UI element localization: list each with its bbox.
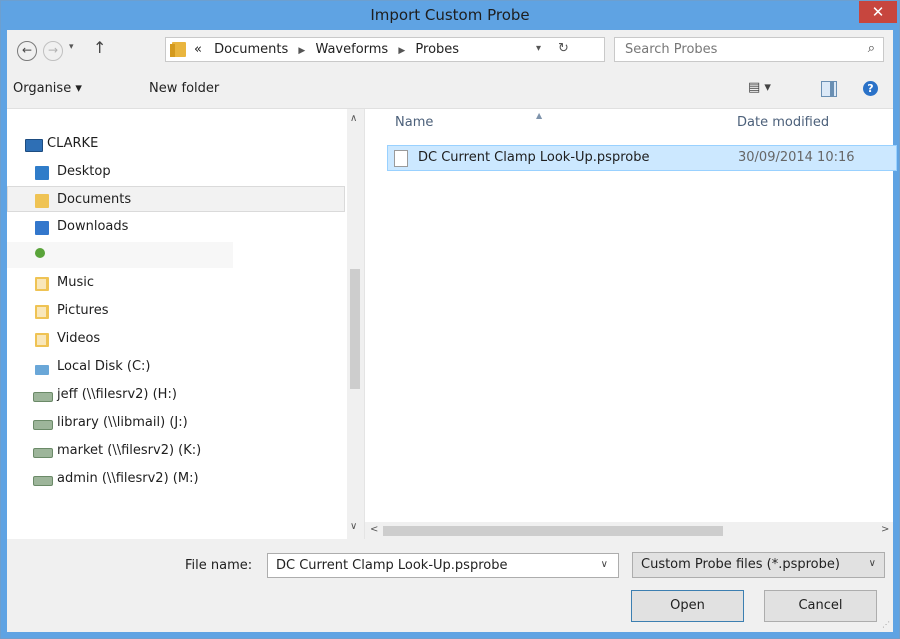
nav-item-documents[interactable]: Documents <box>7 186 345 212</box>
refresh-icon[interactable]: ↻ <box>558 41 569 56</box>
address-dropdown-icon[interactable]: ▾ <box>536 43 541 54</box>
nav-item-label: market (\\filesrv2) (K:) <box>57 443 202 458</box>
breadcrumb: « Documents ▶ Waveforms ▶ Probes <box>194 42 459 57</box>
file-date-modified: 30/09/2014 10:16 <box>738 150 855 165</box>
nav-item-label: Downloads <box>57 219 129 234</box>
file-icon <box>394 150 408 167</box>
dialog-window: Import Custom Probe ✕ ← → ▾ ↑ « Document… <box>0 0 900 639</box>
nav-item-market-drive[interactable]: market (\\filesrv2) (K:) <box>7 438 347 464</box>
search-input[interactable]: Search Probes ⌕ <box>614 37 884 62</box>
address-bar[interactable]: « Documents ▶ Waveforms ▶ Probes ▾ ↻ <box>165 37 605 62</box>
file-type-value: Custom Probe files (*.psprobe) <box>641 557 840 572</box>
search-placeholder: Search Probes <box>625 42 718 57</box>
back-button[interactable]: ← <box>17 41 37 61</box>
breadcrumb-separator-icon[interactable]: ▶ <box>298 46 305 56</box>
command-toolbar: Organise ▾ New folder ▤ ▾ ? <box>7 70 893 109</box>
breadcrumb-item-documents[interactable]: Documents <box>214 42 288 57</box>
dialog-footer: File name: DC Current Clamp Look-Up.pspr… <box>7 539 893 632</box>
nav-item-library-drive[interactable]: library (\\libmail) (J:) <box>7 410 347 436</box>
local-disk-icon <box>35 365 49 375</box>
pictures-folder-icon <box>35 305 49 319</box>
scroll-down-icon[interactable]: ∨ <box>350 521 357 532</box>
column-header-name[interactable]: Name <box>395 109 433 137</box>
nav-item-label: Videos <box>57 331 101 346</box>
nav-item-label: jeff (\\filesrv2) (H:) <box>57 387 177 402</box>
file-type-select[interactable]: Custom Probe files (*.psprobe) ∨ <box>632 552 885 578</box>
network-drive-icon <box>33 448 53 458</box>
file-name-dropdown-icon[interactable]: ∨ <box>601 559 608 570</box>
nav-item-downloads[interactable]: Downloads <box>7 214 347 240</box>
nav-item-label: admin (\\filesrv2) (M:) <box>57 471 199 486</box>
nav-item-label: Music <box>57 275 94 290</box>
nav-item-music[interactable]: Music <box>7 270 347 296</box>
nav-item-label: Local Disk (C:) <box>57 359 151 374</box>
file-list-scrollbar[interactable]: < > <box>365 522 893 539</box>
breadcrumb-overflow[interactable]: « <box>194 42 202 57</box>
network-drive-icon <box>33 392 53 402</box>
nav-item-admin-drive[interactable]: admin (\\filesrv2) (M:) <box>7 466 347 492</box>
column-header-date-modified[interactable]: Date modified <box>737 109 829 137</box>
nav-item-label: library (\\libmail) (J:) <box>57 415 188 430</box>
recent-locations-button[interactable]: ▾ <box>69 42 74 52</box>
scroll-left-icon[interactable]: < <box>370 524 378 535</box>
nav-item-jeff-drive[interactable]: jeff (\\filesrv2) (H:) <box>7 382 347 408</box>
scrollbar-thumb[interactable] <box>350 269 360 389</box>
network-drive-icon <box>33 420 53 430</box>
nav-item-videos[interactable]: Videos <box>7 326 347 352</box>
sort-ascending-icon: ▲ <box>536 111 543 120</box>
new-folder-button[interactable]: New folder <box>149 81 219 96</box>
resize-grip-icon[interactable]: ⋰ <box>882 620 890 629</box>
nav-item-label: Desktop <box>57 164 111 179</box>
breadcrumb-item-probes[interactable]: Probes <box>415 42 459 57</box>
folder-icon <box>170 42 186 57</box>
nav-item-clarke[interactable]: CLARKE <box>7 131 347 157</box>
music-folder-icon <box>35 277 49 291</box>
organise-menu-button[interactable]: Organise ▾ <box>13 81 82 96</box>
dialog-body: ← → ▾ ↑ « Documents ▶ Waveforms ▶ Probes… <box>7 30 897 632</box>
nav-item-label: Documents <box>57 192 132 207</box>
address-row: ← → ▾ ↑ « Documents ▶ Waveforms ▶ Probes… <box>7 30 893 70</box>
downloads-folder-icon <box>35 221 49 235</box>
open-button[interactable]: Open <box>631 590 744 622</box>
breadcrumb-item-waveforms[interactable]: Waveforms <box>315 42 388 57</box>
nav-item-pictures[interactable]: Pictures <box>7 298 347 324</box>
nav-item-label: Pictures <box>57 303 109 318</box>
file-name-value: DC Current Clamp Look-Up.psprobe <box>276 558 508 573</box>
documents-folder-icon <box>35 194 49 208</box>
forward-button[interactable]: → <box>43 41 63 61</box>
close-button[interactable]: ✕ <box>859 1 897 23</box>
scroll-right-icon[interactable]: > <box>881 524 889 535</box>
nav-item-label: CLARKE <box>47 136 99 151</box>
network-icon <box>35 248 45 258</box>
breadcrumb-separator-icon[interactable]: ▶ <box>398 46 405 56</box>
file-name: DC Current Clamp Look-Up.psprobe <box>418 150 650 165</box>
help-icon[interactable]: ? <box>863 81 878 96</box>
file-name-field[interactable]: DC Current Clamp Look-Up.psprobe ∨ <box>267 553 619 578</box>
chevron-down-icon: ∨ <box>868 558 876 569</box>
network-drive-icon <box>33 476 53 486</box>
desktop-folder-icon <box>35 166 49 180</box>
nav-item-desktop[interactable]: Desktop <box>7 159 347 185</box>
nav-item-network[interactable] <box>7 242 233 268</box>
navigation-scrollbar[interactable]: ∧ ∨ <box>347 109 364 539</box>
videos-folder-icon <box>35 333 49 347</box>
file-list[interactable]: Name ▲ Date modified DC Current Clamp Lo… <box>365 109 897 539</box>
nav-item-local-disk[interactable]: Local Disk (C:) <box>7 354 347 380</box>
change-view-icon[interactable]: ▤ ▾ <box>748 80 771 95</box>
preview-pane-icon[interactable] <box>821 81 837 97</box>
title-bar[interactable]: Import Custom Probe ✕ <box>1 1 899 30</box>
navigation-pane[interactable]: CLARKE Desktop Documents Downloads Music <box>7 109 365 539</box>
up-button[interactable]: ↑ <box>93 38 106 57</box>
search-icon[interactable]: ⌕ <box>868 41 875 56</box>
scrollbar-thumb[interactable] <box>383 526 723 536</box>
file-row[interactable]: DC Current Clamp Look-Up.psprobe 30/09/2… <box>387 145 897 171</box>
scroll-up-icon[interactable]: ∧ <box>350 113 357 124</box>
computer-icon <box>25 139 43 152</box>
file-name-label: File name: <box>185 558 253 573</box>
cancel-button[interactable]: Cancel <box>764 590 877 622</box>
dialog-title: Import Custom Probe <box>370 6 530 24</box>
